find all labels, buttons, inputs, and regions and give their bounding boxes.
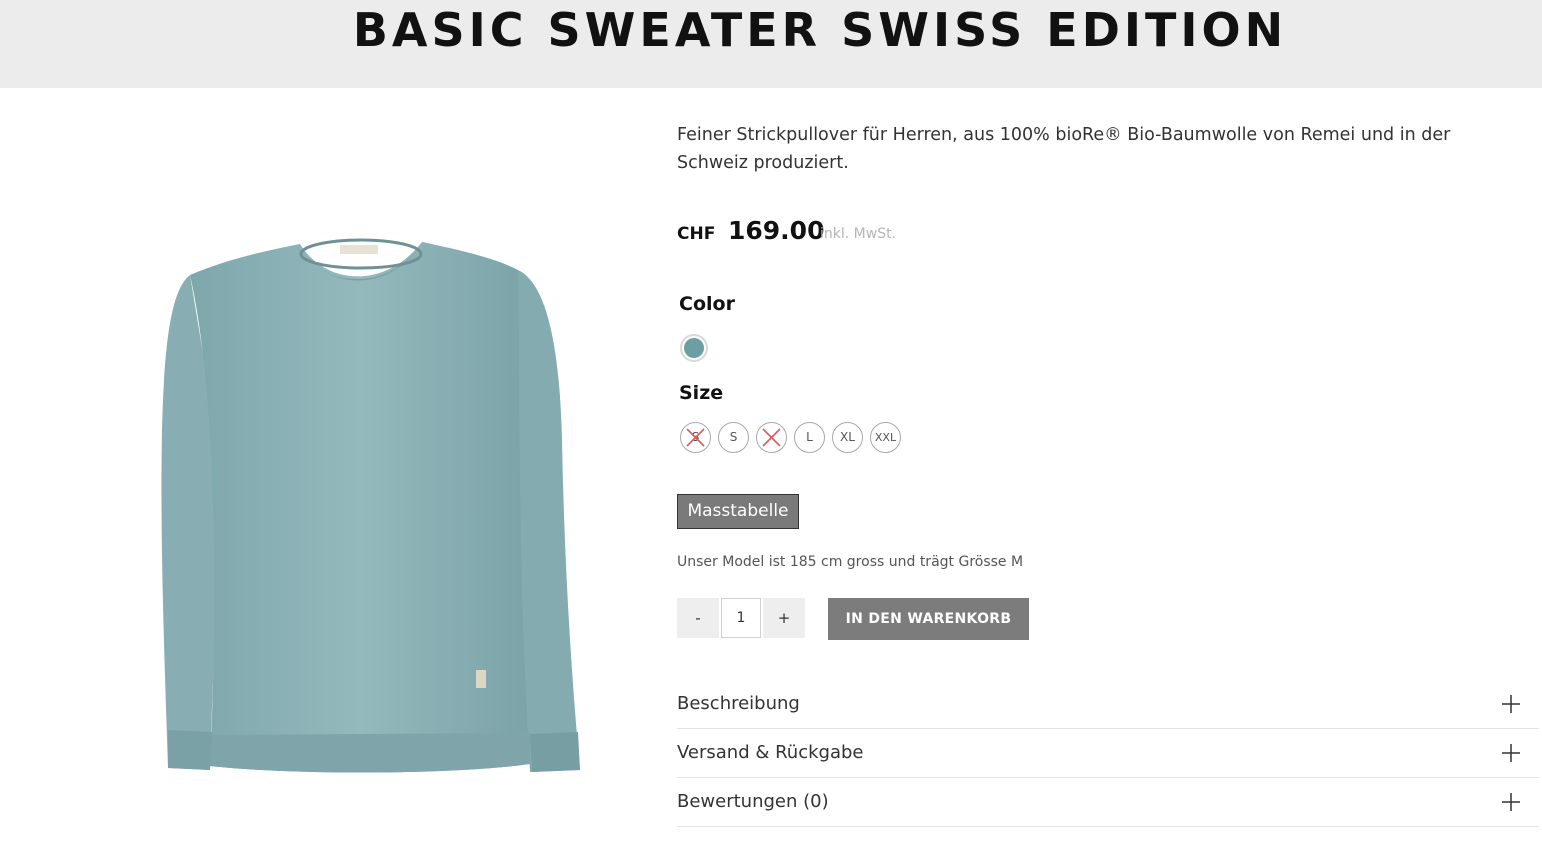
- size-option-xl[interactable]: XL: [832, 422, 863, 453]
- accordion-item-beschreibung[interactable]: Beschreibung: [677, 680, 1539, 729]
- title-banner: BASIC SWEATER SWISS EDITION: [0, 0, 1542, 88]
- accordion-label: Bewertungen (0): [677, 791, 829, 812]
- product-title: BASIC SWEATER SWISS EDITION: [352, 3, 1288, 57]
- unavailable-cross-icon: [762, 428, 781, 447]
- size-option-unavailable[interactable]: [756, 422, 787, 453]
- size-option-label: XL: [840, 430, 855, 444]
- size-option-l[interactable]: L: [794, 422, 825, 453]
- add-to-cart-button[interactable]: IN DEN WARENKORB: [828, 598, 1029, 640]
- vat-note: inkl. MwSt.: [820, 226, 897, 242]
- price-currency: CHF: [677, 224, 716, 244]
- size-option-label: L: [806, 430, 813, 444]
- sweater-body: [190, 242, 530, 773]
- accordion-label: Beschreibung: [677, 693, 800, 714]
- unavailable-cross-icon: [686, 428, 705, 447]
- plus-icon: [1502, 695, 1520, 713]
- quantity-decrease-button[interactable]: -: [677, 598, 719, 638]
- price-amount: 169.00: [728, 216, 825, 245]
- size-chart-button[interactable]: Masstabelle: [677, 494, 799, 529]
- size-option-s[interactable]: S: [718, 422, 749, 453]
- accordion-item-versand[interactable]: Versand & Rückgabe: [677, 729, 1539, 778]
- quantity-increase-button[interactable]: +: [763, 598, 805, 638]
- size-label: Size: [679, 382, 724, 404]
- quantity-input[interactable]: [721, 598, 761, 638]
- neck-label: [340, 245, 378, 254]
- plus-icon: [1502, 744, 1520, 762]
- model-size-note: Unser Model ist 185 cm gross und trägt G…: [677, 554, 1024, 570]
- color-swatch-fill: [684, 338, 704, 358]
- plus-icon: [1502, 793, 1520, 811]
- product-accordion: Beschreibung Versand & Rückgabe Bewertun…: [677, 680, 1539, 827]
- accordion-label: Versand & Rückgabe: [677, 742, 864, 763]
- accordion-item-bewertungen[interactable]: Bewertungen (0): [677, 778, 1539, 827]
- color-swatch-teal[interactable]: [680, 334, 708, 362]
- sweater-product-image: [161, 238, 580, 773]
- product-description: Feiner Strickpullover für Herren, aus 10…: [677, 125, 1451, 173]
- size-option-unavailable[interactable]: S: [680, 422, 711, 453]
- color-label: Color: [679, 293, 735, 315]
- side-tag: [476, 670, 486, 688]
- size-option-label: XXL: [874, 431, 897, 444]
- size-option-label: S: [729, 430, 738, 444]
- size-option-xxl[interactable]: XXL: [870, 422, 901, 453]
